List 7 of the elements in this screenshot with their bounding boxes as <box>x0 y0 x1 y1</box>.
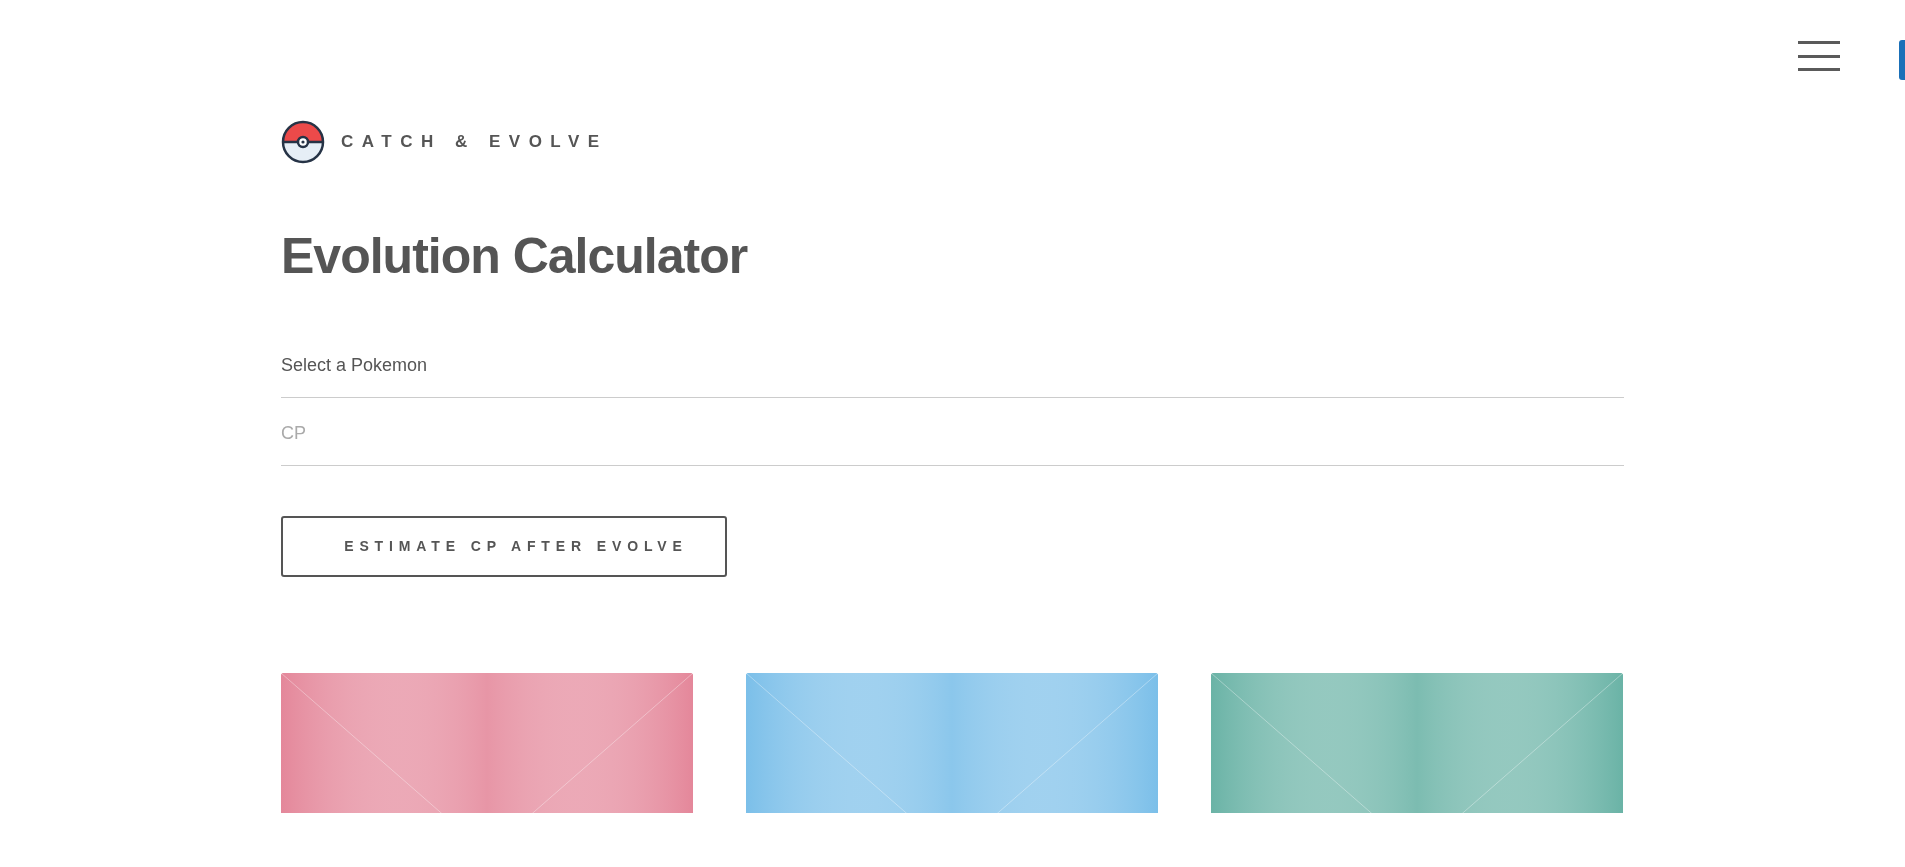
estimate-button[interactable]: ESTIMATE CP AFTER EVOLVE <box>281 516 727 577</box>
page-title: Evolution Calculator <box>281 227 749 286</box>
pokeball-logo <box>281 120 325 164</box>
cp-input-field[interactable]: CP <box>281 398 1624 466</box>
brand-name: CATCH & EVOLVE <box>341 131 608 154</box>
menu-icon[interactable] <box>1798 41 1842 71</box>
pokemon-select[interactable]: Select a Pokemon <box>281 344 1624 398</box>
